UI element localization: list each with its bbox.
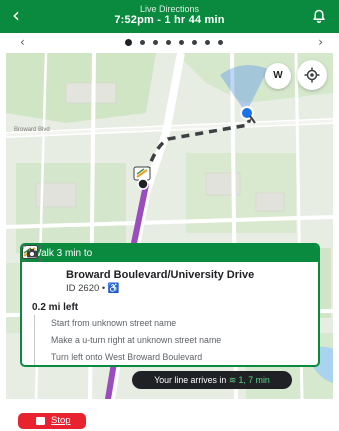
card-header: Walk 3 min to — [22, 245, 318, 262]
compass-button[interactable]: W — [265, 63, 291, 89]
bell-icon[interactable] — [311, 8, 327, 24]
map-view[interactable]: Broward Blvd W Walk 3 min to Broward Bou… — [6, 53, 333, 399]
walk-directions-card[interactable]: Walk 3 min to Broward Boulevard/Universi… — [20, 243, 320, 367]
walk-step: Turn left onto West Broward Boulevard — [34, 349, 312, 365]
arrival-banner: Your line arrives in ≋ 1, 7 min — [132, 371, 292, 389]
chevron-right-icon[interactable]: › — [318, 35, 323, 49]
walk-step: Make a u-turn right at unknown street na… — [34, 332, 312, 349]
stop-name: Broward Boulevard/University Drive — [66, 269, 255, 281]
road-label: Broward Blvd — [14, 127, 50, 133]
walk-steps-list: Start from unknown street name Make a u-… — [32, 315, 312, 365]
my-location-button[interactable] — [297, 60, 327, 90]
stop-button-label: Stop — [51, 415, 71, 426]
distance-left: 0.2 mi left — [32, 302, 79, 313]
pager-dot[interactable] — [205, 40, 210, 45]
pager-dot[interactable] — [140, 40, 145, 45]
pager-dot-active[interactable] — [125, 39, 132, 46]
header-subtitle: 7:52pm - 1 hr 44 min — [114, 14, 225, 26]
walk-step: Start from unknown street name — [34, 315, 312, 332]
header-title: Live Directions — [139, 4, 200, 14]
pager-dots — [125, 39, 223, 46]
compass-label: W — [273, 70, 283, 81]
pager-dot[interactable] — [179, 40, 184, 45]
chevron-left-icon[interactable]: ‹ — [20, 35, 25, 49]
pager-dot[interactable] — [166, 40, 171, 45]
pager-dot[interactable] — [153, 40, 158, 45]
my-location-icon — [304, 67, 320, 83]
arrival-prefix: Your line arrives in — [154, 375, 227, 385]
stop-button[interactable]: Stop — [18, 413, 86, 429]
stop-id: ID 2620 • ♿ — [66, 283, 120, 294]
camera-icon[interactable] — [22, 245, 42, 262]
step-pager: ‹ › — [0, 33, 339, 53]
app-header: ‹ Live Directions 7:52pm - 1 hr 44 min — [0, 0, 339, 33]
pager-dot[interactable] — [192, 40, 197, 45]
arrival-times: 1, 7 min — [238, 375, 270, 385]
pager-dot[interactable] — [218, 40, 223, 45]
live-signal-icon: ≋ — [228, 375, 237, 385]
stop-square-icon — [36, 417, 45, 425]
